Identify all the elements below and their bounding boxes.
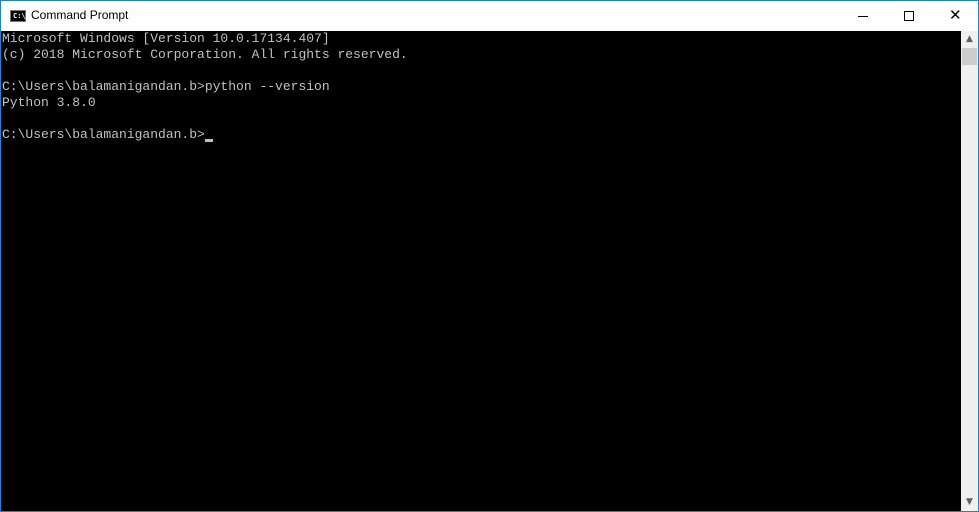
console-output[interactable]: Microsoft Windows [Version 10.0.17134.40… [1, 31, 961, 511]
text-cursor [204, 139, 213, 142]
console-line: C:\Users\balamanigandan.b>python --versi… [2, 79, 330, 94]
minimize-button[interactable] [840, 1, 886, 31]
scroll-up-button[interactable]: ▲ [961, 31, 978, 48]
scrollbar-thumb[interactable] [962, 48, 977, 65]
maximize-icon [904, 11, 914, 21]
command-prompt-window: C:\_ Command Prompt ✕ Microsoft Windows … [0, 0, 979, 512]
maximize-button[interactable] [886, 1, 932, 31]
console-line: Microsoft Windows [Version 10.0.17134.40… [2, 31, 330, 46]
minimize-icon [858, 16, 868, 17]
console-line: Python 3.8.0 [2, 95, 96, 110]
chevron-up-icon: ▲ [966, 34, 973, 44]
scroll-down-button[interactable]: ▼ [961, 494, 978, 511]
cmd-icon: C:\_ [10, 10, 30, 22]
close-icon: ✕ [949, 6, 962, 24]
cmd-icon-glyph: C:\_ [13, 12, 30, 20]
prompt-line[interactable]: C:\Users\balamanigandan.b> [2, 127, 213, 143]
window-title: Command Prompt [31, 8, 129, 22]
console-line: (c) 2018 Microsoft Corporation. All righ… [2, 47, 408, 62]
vertical-scrollbar[interactable]: ▲ ▼ [961, 31, 978, 511]
prompt-text: C:\Users\balamanigandan.b> [2, 127, 205, 142]
close-button[interactable]: ✕ [932, 1, 978, 31]
chevron-down-icon: ▼ [966, 497, 973, 507]
title-bar[interactable]: C:\_ Command Prompt ✕ [1, 1, 978, 31]
